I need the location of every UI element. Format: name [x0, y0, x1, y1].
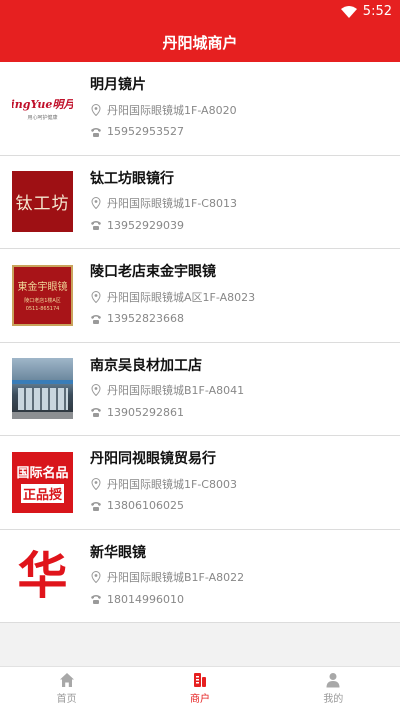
merchant-address: 丹阳国际眼镜城1F-C8003 — [90, 475, 390, 492]
location-pin-icon — [91, 290, 101, 303]
phone-icon — [91, 221, 101, 230]
location-pin-icon — [91, 384, 101, 396]
merchant-phone[interactable]: 13905292861 — [90, 404, 390, 421]
merchant-name: 南京吴良材加工店 — [90, 357, 202, 374]
merchant-name: 丹阳同视眼镜贸易行 — [90, 451, 216, 467]
merchant-item[interactable]: 東金宇眼镜 陵口老店1楼A区 0511-865174 陵口老店束金宇眼镜 丹阳国… — [0, 249, 400, 343]
location-pin-icon — [91, 477, 101, 490]
merchant-storefront-photo — [12, 358, 73, 420]
merchant-phone[interactable]: 15952953527 — [90, 123, 390, 140]
merchant-item[interactable]: 华 新华眼镜 丹阳国际眼镜城B1F-A8022 18014996010 — [0, 530, 400, 623]
merchant-phone[interactable]: 13952823668 — [90, 310, 390, 327]
merchant-name: 钛工坊眼镜行 — [90, 170, 174, 187]
merchant-logo: ingYue明月 用心呵护健康 — [12, 77, 73, 139]
location-pin-icon — [91, 571, 101, 583]
status-time: 5:52 — [362, 4, 392, 19]
merchant-item[interactable]: 南京吴良材加工店 丹阳国际眼镜城B1F-A8041 13905292861 — [0, 343, 400, 436]
phone-icon — [91, 127, 101, 137]
tab-me[interactable]: 我的 — [267, 667, 400, 710]
bottom-tab-bar: 首页 商户 我的 — [0, 666, 400, 710]
tab-merchants[interactable]: 商户 — [133, 667, 266, 710]
user-icon — [326, 673, 340, 688]
merchant-logo: 東金宇眼镜 陵口老店1楼A区 0511-865174 — [12, 264, 73, 326]
merchant-item[interactable]: 国际名品 正品授 丹阳同视眼镜贸易行 丹阳国际眼镜城1F-C8003 13806… — [0, 436, 400, 530]
page-title: 丹阳城商户 — [162, 34, 238, 52]
merchant-name: 陵口老店束金宇眼镜 — [90, 264, 216, 280]
wifi-icon — [340, 5, 357, 18]
home-icon — [59, 673, 74, 687]
merchant-phone[interactable]: 13952929039 — [90, 217, 390, 234]
merchant-name: 新华眼镜 — [90, 544, 146, 561]
phone-icon — [91, 314, 101, 324]
merchant-address: 丹阳国际眼镜城A区1F-A8023 — [90, 288, 390, 305]
merchant-item[interactable]: 钛工坊 钛工坊眼镜行 丹阳国际眼镜城1F-C8013 13952929039 — [0, 156, 400, 249]
phone-icon — [91, 501, 101, 511]
phone-icon — [91, 595, 101, 604]
merchant-address: 丹阳国际眼镜城1F-C8013 — [90, 195, 390, 212]
status-bar: 5:52 — [0, 0, 400, 23]
store-icon — [193, 673, 206, 687]
merchant-list: ingYue明月 用心呵护健康 明月镜片 丹阳国际眼镜城1F-A8020 159… — [0, 62, 400, 623]
merchant-address: 丹阳国际眼镜城1F-A8020 — [90, 101, 390, 118]
merchant-name: 明月镜片 — [90, 77, 146, 93]
merchant-phone[interactable]: 13806106025 — [90, 497, 390, 514]
phone-icon — [91, 408, 101, 417]
tab-home[interactable]: 首页 — [0, 667, 133, 710]
merchant-logo: 华 — [12, 545, 73, 607]
merchant-address: 丹阳国际眼镜城B1F-A8022 — [90, 569, 390, 586]
app-header: 丹阳城商户 — [0, 23, 400, 62]
merchant-phone[interactable]: 18014996010 — [90, 591, 390, 608]
merchant-address: 丹阳国际眼镜城B1F-A8041 — [90, 382, 390, 399]
location-pin-icon — [91, 197, 101, 209]
merchant-logo: 钛工坊 — [12, 171, 73, 233]
location-pin-icon — [91, 103, 101, 116]
merchant-logo: 国际名品 正品授 — [12, 451, 73, 513]
merchant-item[interactable]: ingYue明月 用心呵护健康 明月镜片 丹阳国际眼镜城1F-A8020 159… — [0, 62, 400, 156]
